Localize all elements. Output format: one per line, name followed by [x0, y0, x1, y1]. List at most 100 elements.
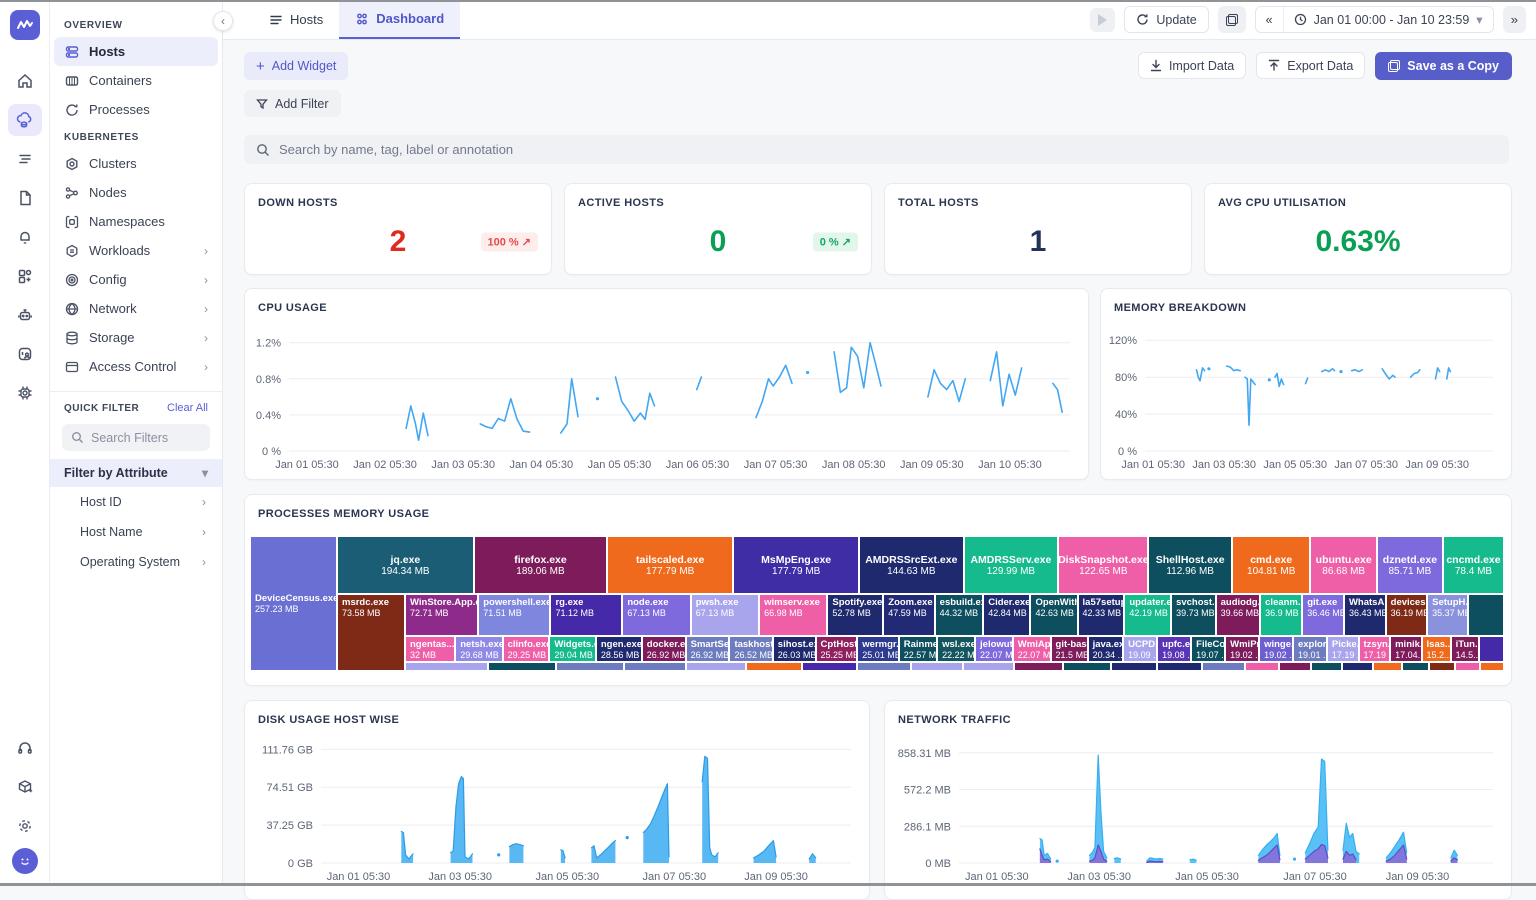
treemap-node[interactable]: WmiAp...22.07 MB [1013, 637, 1050, 661]
treemap-node[interactable]: Picke...17.19 ... [1327, 637, 1358, 661]
sidebar-item-hosts[interactable]: Hosts [54, 37, 218, 66]
copy-dashboard-button[interactable] [1217, 6, 1246, 33]
treemap-node[interactable]: msrdc.exe 73.58 MB [338, 595, 404, 670]
treemap-node[interactable] [803, 663, 857, 670]
treemap-node[interactable] [624, 663, 686, 670]
treemap-node[interactable]: FileCo...19.07 ... [1192, 637, 1225, 661]
treemap-node[interactable]: SmartSen...26.92 MB [686, 637, 729, 661]
treemap-node[interactable]: git-bas...21.5 MB [1051, 637, 1087, 661]
widgets-plus-icon[interactable] [8, 260, 42, 292]
play-button[interactable] [1090, 7, 1116, 32]
treemap-node[interactable]: devices...36.19 MB [1386, 595, 1427, 635]
treemap-node[interactable]: iTun...14.5... [1451, 637, 1478, 661]
treemap-node[interactable]: jq.exe 194.34 MB [338, 537, 473, 593]
treemap-node[interactable]: sihost.exe26.03 MB [773, 637, 815, 661]
treemap-node[interactable]: clinfo.exe 29.25 MB [503, 637, 549, 661]
treemap-node[interactable]: taskhost...26.52 MB [730, 637, 772, 661]
treemap-node[interactable]: ShellHost.exe 112.96 MB [1149, 537, 1232, 593]
treemap-node[interactable] [1373, 663, 1401, 670]
treemap-node[interactable]: upfc.exe19.08 ... [1158, 637, 1191, 661]
treemap-node[interactable]: lsas...15.2... [1422, 637, 1450, 661]
treemap-node[interactable] [1479, 637, 1503, 661]
treemap-node[interactable] [687, 663, 745, 670]
treemap-node[interactable] [1402, 663, 1428, 670]
treemap-node[interactable] [1429, 663, 1454, 670]
treemap-node[interactable] [1111, 663, 1157, 670]
treemap-node[interactable] [1246, 663, 1278, 670]
filter-by-attribute-toggle[interactable]: Filter by Attribute ▾ [50, 459, 222, 487]
sidebar-item-workloads[interactable]: Workloads › [54, 236, 218, 265]
treemap-node[interactable]: winge...19.02 ... [1260, 637, 1292, 661]
treemap-node[interactable]: OpenWith...42.63 MB [1031, 595, 1077, 635]
treemap-node[interactable] [1455, 663, 1479, 670]
treemap-node[interactable]: WhatsA...36.43 MB [1344, 595, 1385, 635]
sidebar-item-nodes[interactable]: Nodes [54, 178, 218, 207]
treemap-node[interactable]: wsl.exe22.22 MB [938, 637, 975, 661]
import-data-button[interactable]: Import Data [1137, 52, 1247, 79]
sidebar-item-clusters[interactable]: Clusters [54, 149, 218, 178]
treemap-node[interactable]: ngen.exe 28.56 MB [596, 637, 641, 661]
treemap-node[interactable]: dznetd.exe 85.71 MB [1377, 537, 1442, 593]
treemap-node[interactable]: Widgets.exe29.04 MB [550, 637, 595, 661]
treemap-node[interactable] [1064, 663, 1110, 670]
filter-operating-system[interactable]: Operating System › [50, 547, 222, 577]
treemap-node[interactable]: ngentas... 32 MB [406, 637, 455, 661]
package-plus-icon[interactable] [8, 771, 42, 803]
treemap-node[interactable]: la57setup...42.33 MB [1078, 595, 1124, 635]
treemap-node[interactable]: CptHost....25.25 MB [816, 637, 857, 661]
treemap-node[interactable]: SetupH...35.37 MB [1428, 595, 1467, 635]
file-icon[interactable] [8, 182, 42, 214]
treemap-node[interactable] [406, 663, 487, 670]
treemap-node[interactable]: docker.exe26.92 MB [642, 637, 685, 661]
treemap-node[interactable]: WinStore.App.exe72.71 MB [406, 595, 478, 635]
tab-dashboard[interactable]: Dashboard [339, 0, 461, 39]
treemap-node[interactable]: UCPD...19.09 ... [1124, 637, 1157, 661]
tab-hosts[interactable]: Hosts [253, 0, 339, 39]
clear-all-link[interactable]: Clear All [167, 402, 208, 414]
treemap-node[interactable]: ubuntu.exe 86.68 MB [1311, 537, 1376, 593]
treemap-node[interactable] [1480, 663, 1504, 670]
treemap-node[interactable]: tailscaled.exe 177.79 MB [608, 537, 733, 593]
treemap-node[interactable] [1468, 595, 1503, 635]
alert-bell-icon[interactable] [8, 221, 42, 253]
treemap-node[interactable]: jelowuti...22.07 MB [976, 637, 1012, 661]
treemap-node[interactable]: WmiPr...19.02 ... [1226, 637, 1259, 661]
treemap-node[interactable] [1203, 663, 1245, 670]
treemap-node[interactable]: tzsyn...17.19 ... [1359, 637, 1390, 661]
treemap-node[interactable]: wermgr.e...25.01 MB [858, 637, 898, 661]
gear-icon[interactable] [8, 810, 42, 842]
treemap-node[interactable]: java.exe20.34 ... [1088, 637, 1123, 661]
filter-host-name[interactable]: Host Name › [50, 517, 222, 547]
treemap-node[interactable]: AMDRSServ.exe 129.99 MB [964, 537, 1058, 593]
treemap-node[interactable] [746, 663, 802, 670]
treemap-node[interactable]: wimserv.exe 66.98 MB [760, 595, 827, 635]
treemap-node[interactable]: cmd.exe 104.81 MB [1233, 537, 1310, 593]
home-icon[interactable] [8, 65, 42, 97]
app-logo[interactable] [9, 10, 40, 40]
treemap-node[interactable] [556, 663, 623, 670]
date-back-button[interactable]: « [1256, 7, 1283, 32]
export-data-button[interactable]: Export Data [1256, 52, 1366, 79]
treemap-node[interactable]: cleanm...36.9 MB [1261, 595, 1302, 635]
update-button[interactable]: Update [1124, 6, 1209, 33]
treemap-node[interactable]: MsMpEng.exe 177.79 MB [734, 537, 859, 593]
treemap-node[interactable]: audiodg....39.66 MB [1216, 595, 1260, 635]
logs-icon[interactable] [8, 143, 42, 175]
treemap-node[interactable]: esbuild.exe44.32 MB [935, 595, 983, 635]
date-forward-button[interactable]: » [1502, 6, 1526, 33]
treemap-node[interactable]: explor...19.01 ... [1293, 637, 1326, 661]
treemap-node[interactable] [911, 663, 963, 670]
sidebar-collapse-button[interactable]: ‹ [213, 11, 233, 31]
sidebar-item-access-control[interactable]: Access Control › [54, 352, 218, 381]
treemap-node[interactable] [858, 663, 910, 670]
treemap-node[interactable]: netsh.exe 29.68 MB [456, 637, 502, 661]
treemap-node[interactable]: minik...17.04... [1391, 637, 1421, 661]
treemap-node[interactable]: Cider.exe 42.84 MB [984, 595, 1030, 635]
user-avatar[interactable] [11, 848, 38, 874]
filter-search-input[interactable]: Search Filters [62, 424, 210, 451]
chip-icon[interactable] [8, 377, 42, 409]
search-input[interactable]: Search by name, tag, label or annotation [244, 135, 1509, 164]
treemap-node[interactable]: firefox.exe 189.06 MB [474, 537, 607, 593]
user-session-icon[interactable] [8, 338, 42, 370]
treemap-node[interactable]: node.exe 67.13 MB [623, 595, 690, 635]
